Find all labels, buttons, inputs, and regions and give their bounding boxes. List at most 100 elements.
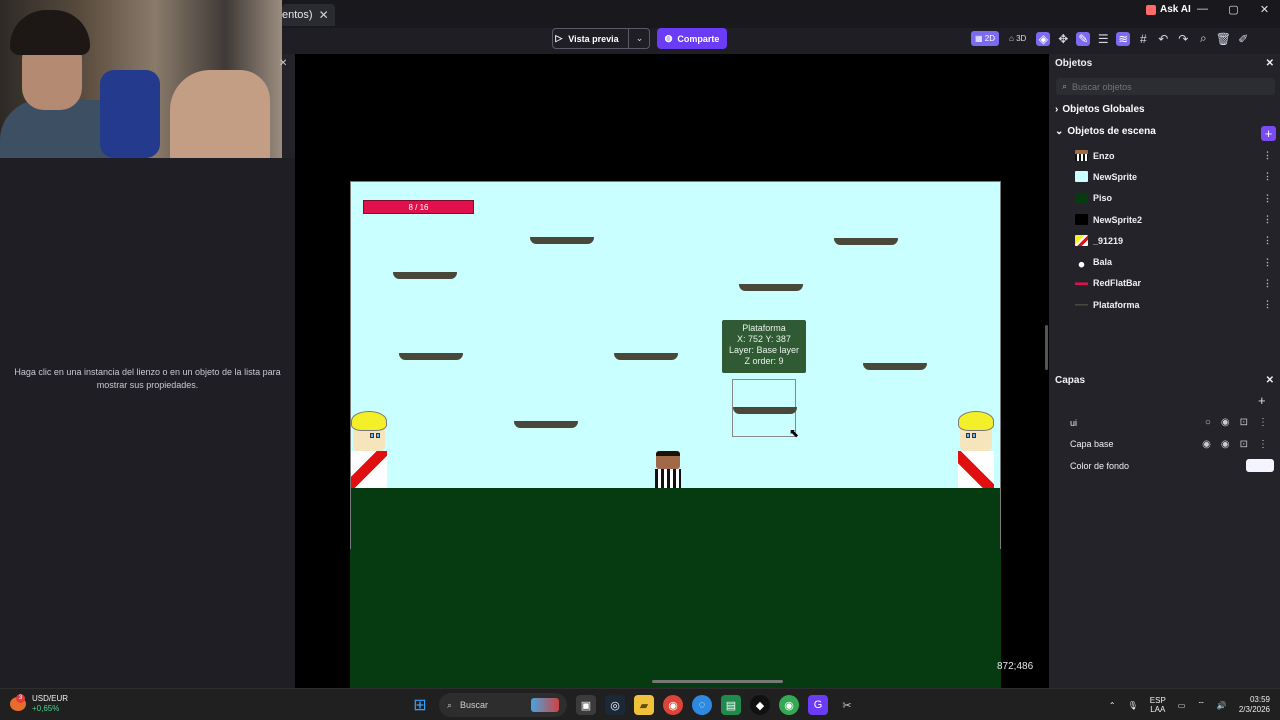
more-options-icon[interactable]: ⋮ <box>1263 171 1272 182</box>
delete-icon[interactable]: 🗑 <box>1216 32 1231 46</box>
display-icon[interactable]: ▭ <box>1178 701 1186 710</box>
object-item-91219[interactable]: _91219 ⋮ <box>1049 230 1280 251</box>
layer-item-ui[interactable]: ui ○ ◉ ⊡ ⋮ <box>1049 412 1280 434</box>
red-flat-bar-instance[interactable]: 8 / 16 <box>363 200 474 214</box>
platform-instance[interactable] <box>739 284 803 291</box>
more-options-icon[interactable]: ⋮ <box>1263 193 1272 204</box>
layer-item-capa-base[interactable]: Capa base ◉ ◉ ⊡ ⋮ <box>1049 434 1280 456</box>
app-icon-green[interactable]: ▤ <box>721 695 741 715</box>
background-color-swatch[interactable] <box>1246 459 1274 473</box>
language-indicator[interactable]: ESP LAA <box>1150 696 1166 714</box>
tray-chevron-icon[interactable]: ⌃ <box>1109 701 1116 710</box>
tooltip-layer: Layer: Base layer <box>728 345 800 355</box>
grid-icon[interactable]: # <box>1136 32 1150 46</box>
ask-ai-button[interactable]: Ask AI <box>1146 4 1191 15</box>
file-explorer-icon[interactable]: ▰ <box>634 695 654 715</box>
app-icon-dark[interactable]: ◆ <box>750 695 770 715</box>
add-object-button[interactable]: + <box>1261 126 1276 141</box>
tab-close-icon[interactable]: ✕ <box>319 8 329 22</box>
more-options-icon[interactable]: ⋮ <box>1263 150 1272 161</box>
object-item-bala[interactable]: Bala ⋮ <box>1049 251 1280 272</box>
platform-instance[interactable] <box>530 237 594 244</box>
eye-icon[interactable]: ◉ <box>1221 417 1230 428</box>
close-window-icon[interactable]: ✕ <box>1249 3 1280 16</box>
layers-icon[interactable]: ≋ <box>1116 31 1131 46</box>
background-color-row: Color de fondo <box>1049 455 1280 477</box>
object-item-plataforma[interactable]: Plataforma ⋮ <box>1049 294 1280 315</box>
more-options-icon[interactable]: ⋮ <box>1263 299 1272 310</box>
platform-instance-selected[interactable] <box>733 407 797 414</box>
redo-icon[interactable]: ↷ <box>1176 32 1190 46</box>
chrome-profile-icon[interactable]: ◉ <box>779 695 799 715</box>
radio-selected-icon[interactable]: ◉ <box>1202 439 1211 450</box>
enemy-instance[interactable] <box>351 411 387 489</box>
wifi-icon[interactable]: ⌔ <box>1197 700 1205 710</box>
edit-pencil-icon[interactable]: ✎ <box>1076 31 1091 46</box>
ticker-pair: USD/EUR <box>32 694 69 703</box>
preview-options-chevron-icon[interactable]: ⌄ <box>628 28 650 49</box>
radio-unselected-icon[interactable]: ○ <box>1205 417 1211 428</box>
scene-editor-canvas[interactable]: 8 / 16 Plataforma X: 752 Y: 387 Layer: B… <box>295 54 1049 688</box>
object-item-enzo[interactable]: Enzo ⋮ <box>1049 145 1280 166</box>
platform-instance[interactable] <box>399 353 463 360</box>
platform-instance[interactable] <box>514 421 578 428</box>
zoom-icon[interactable]: ⌕ <box>1196 31 1210 46</box>
stock-ticker-widget[interactable]: 3 USD/EUR +0,65% <box>10 694 68 714</box>
global-objects-group[interactable]: › Objetos Globales <box>1055 104 1145 115</box>
edit-scene-icon[interactable]: ✐ <box>1236 32 1250 46</box>
panel-resize-handle[interactable] <box>1045 325 1048 370</box>
enemy-instance[interactable] <box>958 411 994 489</box>
search-objects-input[interactable] <box>1072 81 1263 92</box>
more-options-icon[interactable]: ⋮ <box>1263 214 1272 225</box>
player-enzo-instance[interactable] <box>654 451 682 489</box>
gdevelop-icon[interactable]: G <box>808 695 828 715</box>
volume-icon[interactable]: 🔊 <box>1217 701 1227 710</box>
cube-icon[interactable]: ◈ <box>1036 31 1051 46</box>
object-item-piso[interactable]: Piso ⋮ <box>1049 188 1280 209</box>
close-panel-icon[interactable]: ✕ <box>279 58 287 69</box>
more-options-icon[interactable]: ⋮ <box>1263 278 1272 289</box>
project-tab[interactable]: entos) ✕ <box>282 4 335 26</box>
task-view-icon[interactable]: ▣ <box>576 695 596 715</box>
steam-icon[interactable]: ◎ <box>605 695 625 715</box>
instances-list-icon[interactable]: ☰ <box>1096 32 1110 46</box>
object-item-newsprite[interactable]: NewSprite ⋮ <box>1049 166 1280 187</box>
more-options-icon[interactable]: ⋮ <box>1258 417 1268 428</box>
lock-icon[interactable]: ⊡ <box>1240 439 1248 450</box>
close-objects-icon[interactable]: ✕ <box>1266 58 1274 69</box>
snipping-tool-icon[interactable]: ✂ <box>837 695 857 715</box>
clock[interactable]: 03:59 2/3/2026 <box>1239 695 1270 715</box>
maximize-icon[interactable]: ▢ <box>1218 3 1249 16</box>
lock-icon[interactable]: ⊡ <box>1240 417 1248 428</box>
selected-platform-bounds[interactable] <box>732 379 797 437</box>
windows-start-icon[interactable]: ⊞ <box>410 695 430 715</box>
chevron-down-icon: ⌄ <box>1055 126 1064 137</box>
share-button[interactable]: ◍ Comparte <box>657 28 727 49</box>
platform-instance[interactable] <box>393 272 457 279</box>
undo-icon[interactable]: ↶ <box>1156 32 1170 46</box>
scene-objects-group[interactable]: ⌄ Objetos de escena <box>1055 126 1156 137</box>
close-layers-icon[interactable]: ✕ <box>1266 375 1274 386</box>
objects-group-icon[interactable]: ✥ <box>1056 32 1070 46</box>
edge-icon[interactable]: ◌ <box>692 695 712 715</box>
platform-instance[interactable] <box>834 238 898 245</box>
more-options-icon[interactable]: ⋮ <box>1263 235 1272 246</box>
more-options-icon[interactable]: ⋮ <box>1258 439 1268 450</box>
floor-piso-instance[interactable] <box>351 488 1000 549</box>
chrome-icon[interactable]: ◉ <box>663 695 683 715</box>
object-item-newsprite2[interactable]: NewSprite2 ⋮ <box>1049 209 1280 230</box>
add-layer-icon[interactable]: + <box>1258 393 1266 408</box>
search-objects-field[interactable]: ⌕ <box>1056 78 1275 95</box>
object-item-redflatbar[interactable]: RedFlatBar ⋮ <box>1049 273 1280 294</box>
platform-instance[interactable] <box>614 353 678 360</box>
more-options-icon[interactable]: ⋮ <box>1263 257 1272 268</box>
minimize-icon[interactable]: — <box>1187 3 1218 15</box>
platform-instance[interactable] <box>863 363 927 370</box>
eye-icon[interactable]: ◉ <box>1221 439 1230 450</box>
horizontal-scrollbar[interactable] <box>652 680 783 683</box>
mode-3d-toggle[interactable]: ⌂ 3D <box>1005 31 1030 46</box>
scene-viewport[interactable]: 8 / 16 Plataforma X: 752 Y: 387 Layer: B… <box>350 181 1001 549</box>
mode-2d-toggle[interactable]: ▦ 2D <box>971 31 1000 46</box>
microphone-icon[interactable]: 🎙 <box>1128 701 1138 710</box>
taskbar-search[interactable]: ⌕ Buscar <box>439 693 567 717</box>
